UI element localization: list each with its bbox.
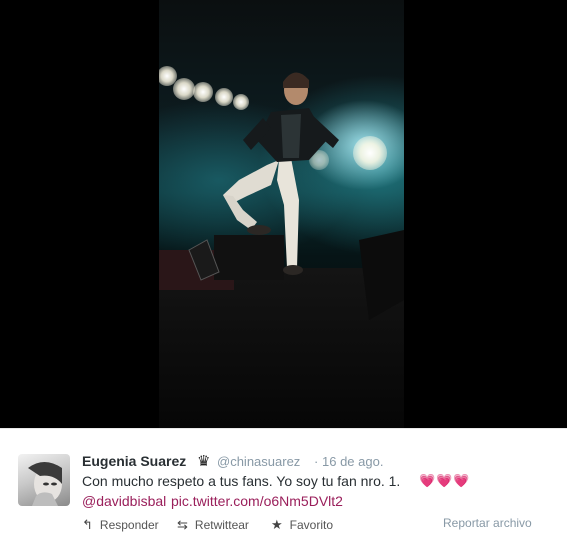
media-viewer — [0, 0, 567, 428]
crown-icon: ♛ — [197, 453, 211, 470]
performer-figure — [159, 72, 404, 320]
retweet-label: Retwittear — [194, 518, 249, 532]
avatar[interactable] — [18, 454, 70, 506]
meta-separator: · — [314, 454, 319, 469]
avatar-portrait — [28, 462, 62, 506]
reply-icon: ↰ — [82, 517, 93, 532]
display-name[interactable]: Eugenia Suarez — [82, 453, 186, 469]
favorite-label: Favorito — [289, 518, 334, 532]
retweet-button[interactable]: ⇆ Retwittear — [177, 517, 249, 533]
tweet-text: Con mucho respeto a tus fans. Yo soy tu … — [82, 473, 401, 489]
report-media-link[interactable]: Reportar archivo — [443, 516, 532, 530]
favorite-button[interactable]: ★ Favorito — [271, 517, 333, 533]
tweet-photo[interactable] — [159, 0, 404, 428]
user-handle[interactable]: @chinasuarez — [217, 454, 300, 469]
reply-button[interactable]: ↰ Responder — [82, 517, 159, 533]
media-link[interactable]: pic.twitter.com/o6Nm5DVlt2 — [171, 493, 343, 509]
star-icon: ★ — [271, 517, 283, 532]
tweet-date[interactable]: 16 de ago. — [322, 454, 383, 469]
mention-link[interactable]: @davidbisbal — [82, 493, 166, 509]
heart-emoji: 💗💗💗 — [419, 473, 471, 488]
retweet-icon: ⇆ — [177, 517, 188, 532]
reply-label: Responder — [99, 518, 159, 532]
